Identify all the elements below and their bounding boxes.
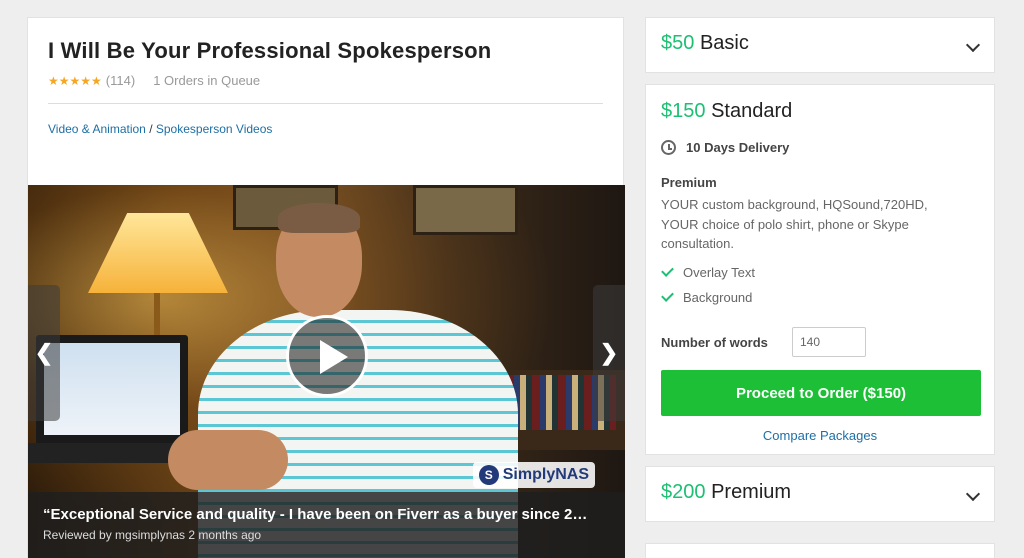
feature-label: Background	[683, 290, 753, 305]
gig-title: I Will Be Your Professional Spokesperson	[48, 38, 492, 63]
chevron-down-icon[interactable]	[965, 37, 981, 53]
number-of-words-input[interactable]	[792, 327, 866, 357]
package-price: $50	[661, 32, 695, 54]
package-name: Basic	[699, 32, 749, 54]
review-quote: “Exceptional Service and quality - I hav…	[43, 506, 588, 523]
breadcrumb: Video & Animation / Spokesperson Videos	[48, 122, 272, 136]
proceed-to-order-button[interactable]: Proceed to Order ($150)	[661, 370, 981, 416]
next-card-stub	[645, 543, 995, 558]
compare-packages-link[interactable]: Compare Packages	[646, 428, 994, 443]
star-rating-icon: ★★★★★	[48, 73, 102, 88]
divider	[48, 103, 603, 104]
video-player[interactable]: S SimplyNAS ❮ ❯ “Exceptional Service and…	[28, 185, 625, 558]
package-price: $150	[661, 100, 706, 122]
words-row: Number of words	[661, 327, 866, 357]
spokesperson-arm	[168, 430, 288, 490]
breadcrumb-separator: /	[145, 122, 156, 136]
package-name: Standard	[711, 100, 793, 122]
chevron-down-icon[interactable]	[965, 486, 981, 502]
package-price: $200	[661, 481, 706, 503]
delivery-time: 10 Days Delivery	[661, 140, 789, 155]
laptop-screen	[44, 343, 180, 435]
next-slide-button[interactable]: ❯	[593, 285, 625, 421]
package-premium-header: $200 Premium	[661, 481, 791, 504]
clock-icon	[661, 140, 676, 155]
package-premium[interactable]: $200 Premium	[645, 466, 995, 522]
breadcrumb-subcategory-link[interactable]: Spokesperson Videos	[156, 122, 273, 136]
package-basic-header: $50 Basic	[661, 32, 749, 55]
package-description: YOUR custom background, HQSound,720HD, Y…	[661, 197, 928, 251]
check-icon	[661, 264, 674, 277]
delivery-text: 10 Days Delivery	[686, 140, 790, 155]
video-watermark: S SimplyNAS	[472, 462, 595, 488]
previous-slide-button[interactable]: ❮	[28, 285, 60, 421]
watermark-text: SimplyNAS	[502, 466, 589, 483]
feature-item: Background	[661, 289, 753, 305]
rating-row: ★★★★★ (114) 1 Orders in Queue	[48, 73, 260, 88]
breadcrumb-category-link[interactable]: Video & Animation	[48, 122, 146, 136]
package-basic[interactable]: $50 Basic	[645, 17, 995, 73]
play-icon[interactable]	[286, 315, 368, 397]
package-name: Premium	[711, 481, 792, 503]
check-icon	[661, 289, 674, 302]
simplynas-logo-icon: S	[478, 465, 499, 485]
feature-label: Overlay Text	[683, 265, 756, 280]
words-label: Number of words	[661, 334, 768, 350]
package-desc-title: Premium	[661, 175, 717, 190]
wall-frame	[413, 185, 518, 235]
review-meta: Reviewed by mgsimplynas 2 months ago	[43, 528, 262, 542]
orders-in-queue: 1 Orders in Queue	[153, 73, 261, 88]
package-standard: $150 Standard 10 Days Delivery Premium Y…	[645, 84, 995, 455]
package-standard-header: $150 Standard	[661, 100, 792, 123]
review-overlay: “Exceptional Service and quality - I hav…	[28, 492, 625, 558]
gig-card: I Will Be Your Professional Spokesperson…	[27, 17, 625, 558]
spokesperson-hair	[278, 203, 360, 233]
review-count[interactable]: (114)	[106, 73, 135, 88]
feature-item: Overlay Text	[661, 264, 756, 280]
